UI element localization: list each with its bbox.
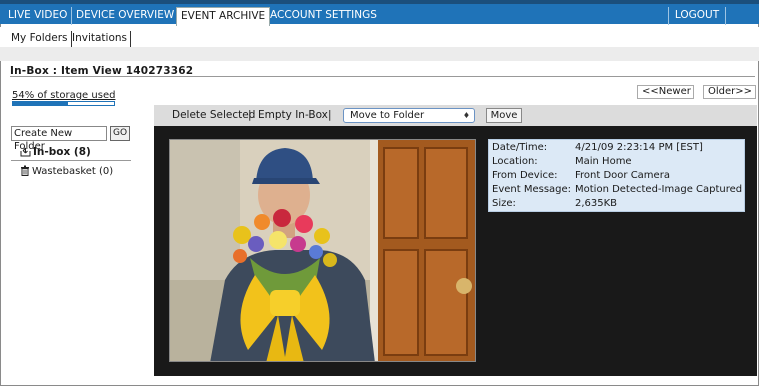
select-value: Move to Folder — [350, 110, 425, 121]
go-button[interactable]: GO — [110, 126, 130, 141]
tab-event-archive[interactable]: EVENT ARCHIVE — [176, 7, 271, 26]
older-button[interactable]: Older>> — [703, 85, 756, 99]
trash-icon — [20, 165, 30, 179]
tab-my-folders[interactable]: My Folders — [8, 31, 72, 47]
tab-invitations[interactable]: Invitations — [69, 31, 132, 47]
top-nav: LIVE VIDEO DEVICE OVERVIEW EVENT ARCHIVE… — [0, 0, 759, 26]
newer-button[interactable]: <<Newer — [637, 85, 694, 99]
event-info-label: Date/Time: — [492, 142, 548, 153]
event-info-panel: Date/Time: 4/21/09 2:23:14 PM [EST] Loca… — [488, 139, 745, 212]
tab-account-settings[interactable]: ACCOUNT SETTINGS — [266, 7, 381, 25]
folder-label: Wastebasket (0) — [32, 166, 114, 177]
tab-device-overview[interactable]: DEVICE OVERVIEW — [72, 7, 180, 25]
storage-usage-fill — [13, 102, 68, 105]
select-arrows-icon: ♦ — [462, 111, 470, 120]
header-band — [0, 47, 759, 61]
delete-selected-link[interactable]: Delete Selected — [172, 109, 255, 121]
storage-usage-label[interactable]: 54% of storage used — [12, 90, 115, 101]
storage-usage-bar — [12, 101, 115, 106]
event-info-value: Main Home — [575, 156, 632, 167]
divider — [11, 160, 131, 161]
event-info-value: 2,635KB — [575, 198, 618, 209]
new-folder-input[interactable]: Create New Folder — [11, 126, 107, 152]
sub-nav: My Folders Invitations — [0, 27, 759, 47]
event-info-value: Front Door Camera — [575, 170, 670, 181]
event-info-label: Location: — [492, 156, 538, 167]
event-info-value: 4/21/09 2:23:14 PM [EST] — [575, 142, 703, 153]
inbox-icon — [20, 147, 31, 160]
tab-live-video[interactable]: LIVE VIDEO — [4, 7, 73, 25]
divider — [10, 76, 755, 77]
folder-inbox[interactable]: In-box (8) — [20, 146, 91, 160]
event-info-label: From Device: — [492, 170, 558, 181]
folder-wastebasket[interactable]: Wastebasket (0) — [20, 165, 113, 179]
folder-label: In-box (8) — [33, 146, 91, 158]
captured-image[interactable] — [169, 139, 476, 362]
toolbar-separator: | — [248, 109, 252, 121]
event-info-label: Event Message: — [492, 184, 572, 195]
event-info-label: Size: — [492, 198, 516, 209]
toolbar-separator: | — [328, 109, 332, 121]
move-to-folder-select[interactable]: Move to Folder ♦ — [343, 108, 475, 123]
move-button[interactable]: Move — [486, 108, 522, 123]
action-toolbar: Delete Selected | Empty In-Box | Move to… — [154, 105, 757, 126]
empty-inbox-link[interactable]: Empty In-Box — [258, 109, 328, 121]
logout-link[interactable]: LOGOUT — [668, 7, 726, 25]
event-info-value: Motion Detected-Image Captured — [575, 184, 743, 195]
item-viewer: Date/Time: 4/21/09 2:23:14 PM [EST] Loca… — [154, 126, 757, 376]
